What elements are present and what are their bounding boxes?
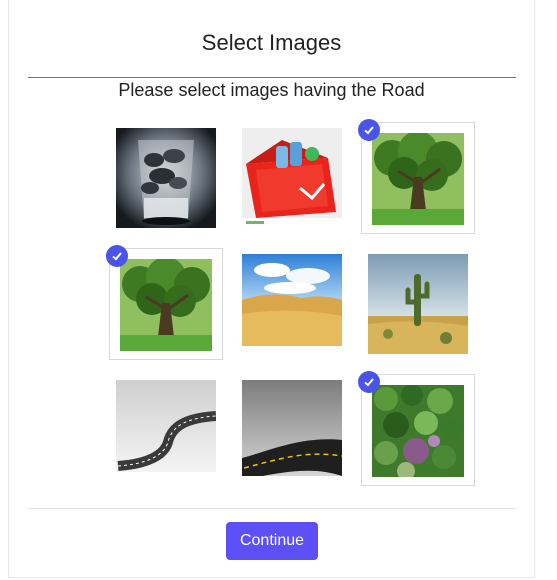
check-icon <box>358 119 380 141</box>
curved-road-image <box>242 380 342 480</box>
image-tile-curved-road[interactable] <box>242 380 342 480</box>
foliage-image <box>372 385 464 477</box>
footer-divider <box>28 508 516 509</box>
continue-button[interactable]: Continue <box>226 522 318 560</box>
ice-glass-image <box>116 128 216 228</box>
image-tile-red-cooler[interactable] <box>242 128 342 228</box>
desert-image <box>242 254 342 354</box>
image-tile-ice-glass[interactable] <box>116 128 216 228</box>
image-tile-foliage[interactable] <box>358 371 475 486</box>
image-tile-desert[interactable] <box>242 254 342 354</box>
tree-image <box>120 259 212 351</box>
winding-road-image <box>116 380 216 480</box>
red-cooler-image <box>242 128 342 228</box>
tree-image <box>372 133 464 225</box>
image-tile-cactus[interactable] <box>368 254 468 354</box>
image-tile-winding-road[interactable] <box>116 380 216 480</box>
image-tile-tree-1[interactable] <box>358 119 475 234</box>
image-tile-tree-2[interactable] <box>106 245 223 360</box>
image-grid <box>0 0 557 500</box>
check-icon <box>106 245 128 267</box>
cactus-image <box>368 254 468 354</box>
check-icon <box>358 371 380 393</box>
